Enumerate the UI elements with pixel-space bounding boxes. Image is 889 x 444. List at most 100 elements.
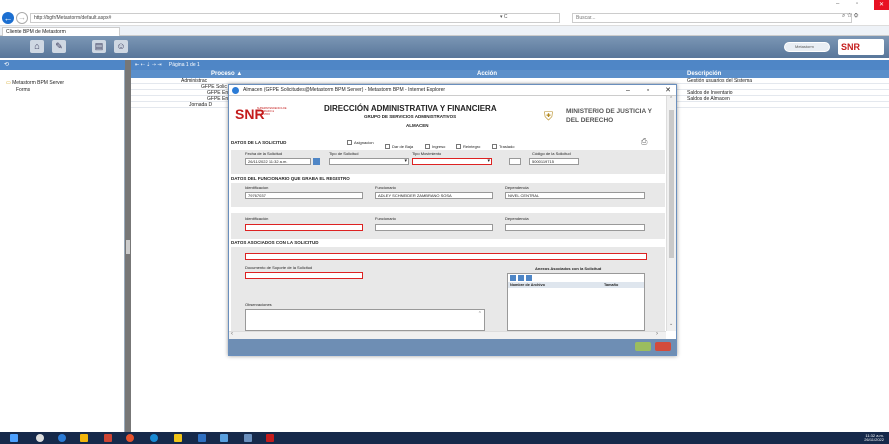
user-icon[interactable]: ☺ bbox=[114, 40, 128, 53]
funcionario-2-label: Funcionario bbox=[375, 216, 396, 221]
documento-soporte-input[interactable] bbox=[245, 272, 363, 279]
checkbox-ingreso[interactable]: Ingreso bbox=[425, 144, 445, 150]
close-icon[interactable]: ✕ bbox=[662, 85, 674, 96]
folder-icon[interactable]: ▤ bbox=[92, 40, 106, 53]
search-icon[interactable] bbox=[36, 434, 44, 442]
remove-file-icon[interactable] bbox=[518, 275, 524, 281]
forward-icon[interactable]: → bbox=[16, 12, 28, 24]
ie-icon bbox=[232, 87, 239, 94]
checkbox-traslado[interactable]: Traslado bbox=[492, 144, 514, 150]
identificacion-label: Identificacion bbox=[245, 185, 269, 190]
mail-icon[interactable] bbox=[220, 434, 228, 442]
scroll-thumb[interactable] bbox=[669, 110, 674, 258]
dependencia-2-label: Dependencia bbox=[505, 216, 529, 221]
identificacion-input[interactable]: 79767037 bbox=[245, 192, 363, 199]
search-icon[interactable]: ⌕ ☆ ⚙ bbox=[842, 13, 858, 20]
funcionario-2-input[interactable] bbox=[375, 224, 493, 231]
funcionario-input[interactable]: ADLEY SCHNEIDER ZAMBRANO SOSA bbox=[375, 192, 493, 199]
codigo-label: Código de la Solicitud bbox=[532, 151, 571, 156]
chevron-down-icon: ▾ bbox=[404, 158, 407, 164]
search-input[interactable]: Buscar... bbox=[572, 13, 852, 23]
dependencia-input[interactable]: NIVEL CENTRAL bbox=[505, 192, 645, 199]
snr-logo-caption: SUPERINTENDENCIA DE NOTARIADO & REGISTRO bbox=[257, 107, 287, 116]
chevron-up-icon[interactable]: ⌃ bbox=[669, 96, 673, 102]
ministry-name: MINISTERIO DE JUSTICIA Y DEL DERECHO bbox=[566, 108, 652, 124]
popup-footer bbox=[229, 339, 676, 355]
view-file-icon[interactable] bbox=[526, 275, 532, 281]
tree-item-forms[interactable]: Forms bbox=[6, 87, 64, 94]
taskbar: 11:32 a.m. 26/11/2022 bbox=[0, 432, 889, 444]
pager-icons[interactable]: ⇤ ⇠ ⇣ ⇢ ⇥ bbox=[135, 62, 162, 68]
word-icon[interactable] bbox=[198, 434, 206, 442]
col-accion[interactable]: Acción bbox=[477, 70, 497, 78]
address-bar-row: ← → http://bgfr/Metastorm/default.aspx# … bbox=[0, 10, 889, 26]
tree-item-server[interactable]: ▭ Metastorm BPM Server bbox=[6, 80, 64, 87]
codigo-input[interactable]: 5000119715 bbox=[529, 158, 579, 165]
tools-icon[interactable]: ✎ bbox=[52, 40, 66, 53]
tipo-solicitud-select[interactable]: ▾ bbox=[329, 158, 409, 165]
chevron-right-icon[interactable]: › bbox=[656, 331, 658, 337]
section-title-funcionario: DATOS DEL FUNCIONARIO QUE GRABA EL REGIS… bbox=[231, 176, 350, 181]
tipo-movimiento-select[interactable]: ▾ bbox=[412, 158, 492, 165]
snr-logo: SNR bbox=[838, 39, 884, 55]
maximize-icon[interactable]: ▫ bbox=[856, 1, 858, 7]
file-explorer-icon[interactable] bbox=[80, 434, 88, 442]
url-input[interactable]: http://bgfr/Metastorm/default.aspx# bbox=[30, 13, 560, 23]
windows-start-icon[interactable] bbox=[10, 434, 18, 442]
tipo-solicitud-label: Tipo de Solicitud bbox=[329, 151, 359, 156]
col-proceso[interactable]: Proceso ▲ bbox=[211, 70, 242, 78]
splitter-handle[interactable] bbox=[126, 240, 130, 254]
coat-of-arms-icon: ⛨ bbox=[544, 109, 554, 123]
horizontal-scrollbar[interactable]: ‹ › bbox=[229, 331, 666, 339]
cancel-button[interactable] bbox=[655, 342, 671, 351]
clock-date: 26/11/2022 bbox=[864, 437, 884, 442]
col-descripcion[interactable]: Descripción bbox=[687, 70, 721, 78]
chevron-up-icon[interactable]: ⌃ bbox=[478, 311, 482, 317]
identificacion-2-input[interactable] bbox=[245, 224, 363, 231]
col-tamano: Tamaño bbox=[604, 283, 619, 287]
codigo-prefix-input[interactable] bbox=[509, 158, 521, 165]
app-search-input[interactable]: Metastorm bbox=[784, 42, 830, 52]
refresh-icon[interactable]: ⟲ bbox=[4, 61, 9, 68]
print-icon[interactable]: ⎙ bbox=[641, 137, 647, 147]
checkbox-reintegro[interactable]: Reintegro bbox=[456, 144, 480, 150]
minimize-icon[interactable]: – bbox=[836, 1, 839, 7]
tipo-movimiento-label: Tipo Movimiento bbox=[412, 151, 442, 156]
app-toolbar: ⌂ ✎ ▤ ☺ Metastorm SNR bbox=[0, 36, 889, 58]
window-titlebar: – ▫ ✕ bbox=[0, 0, 889, 10]
refresh-icon[interactable]: ▾ C bbox=[500, 14, 508, 20]
vertical-scrollbar[interactable]: ⌃ ⌄ bbox=[666, 96, 676, 331]
popup-window: Almacen (GFPE Solicitudes@Metastorm BPM … bbox=[228, 84, 677, 356]
dependencia-2-input[interactable] bbox=[505, 224, 645, 231]
browser-tab[interactable]: Cliente BPM de Metastorm bbox=[2, 27, 120, 36]
anexos-title: Anexos Asociados con la Solicitud bbox=[535, 266, 602, 271]
system-tray[interactable]: 11:32 a.m. 26/11/2022 bbox=[810, 434, 884, 442]
ie-icon[interactable] bbox=[150, 434, 158, 442]
chrome-icon[interactable] bbox=[126, 434, 134, 442]
home-icon[interactable]: ⌂ bbox=[30, 40, 44, 53]
close-icon[interactable]: ✕ bbox=[874, 0, 889, 10]
pdf-icon[interactable] bbox=[104, 434, 112, 442]
app-icon[interactable] bbox=[244, 434, 252, 442]
add-file-icon[interactable] bbox=[510, 275, 516, 281]
maximize-icon[interactable]: ▫ bbox=[642, 85, 654, 96]
checkbox-dar-de-baja[interactable]: Dar de Baja bbox=[385, 144, 413, 150]
minimize-icon[interactable]: – bbox=[622, 85, 634, 96]
chevron-left-icon[interactable]: ‹ bbox=[231, 331, 233, 337]
folder-icon[interactable] bbox=[174, 434, 182, 442]
edge-icon[interactable] bbox=[58, 434, 66, 442]
calendar-icon[interactable] bbox=[313, 158, 320, 165]
asociados-input[interactable] bbox=[245, 253, 647, 260]
back-icon[interactable]: ← bbox=[2, 12, 14, 24]
submit-button[interactable] bbox=[635, 342, 651, 351]
anexos-header: Nombre de Archivo Tamaño bbox=[508, 282, 644, 288]
fecha-input[interactable]: 26/11/2022 11:32 a.m. bbox=[245, 158, 311, 165]
popup-form: SNR SUPERINTENDENCIA DE NOTARIADO & REGI… bbox=[229, 96, 666, 331]
form-subtitle-2: ALMACEN bbox=[406, 123, 429, 128]
observaciones-textarea[interactable]: ⌃ bbox=[245, 309, 485, 331]
pager-label: Página 1 de 1 bbox=[168, 62, 200, 68]
chevron-down-icon[interactable]: ⌄ bbox=[669, 321, 673, 327]
checkbox-asignacion[interactable]: Asignacion bbox=[347, 140, 374, 146]
section-title-solicitud: DATOS DE LA SOLICITUD bbox=[231, 140, 287, 145]
snr-app-icon[interactable] bbox=[266, 434, 274, 442]
